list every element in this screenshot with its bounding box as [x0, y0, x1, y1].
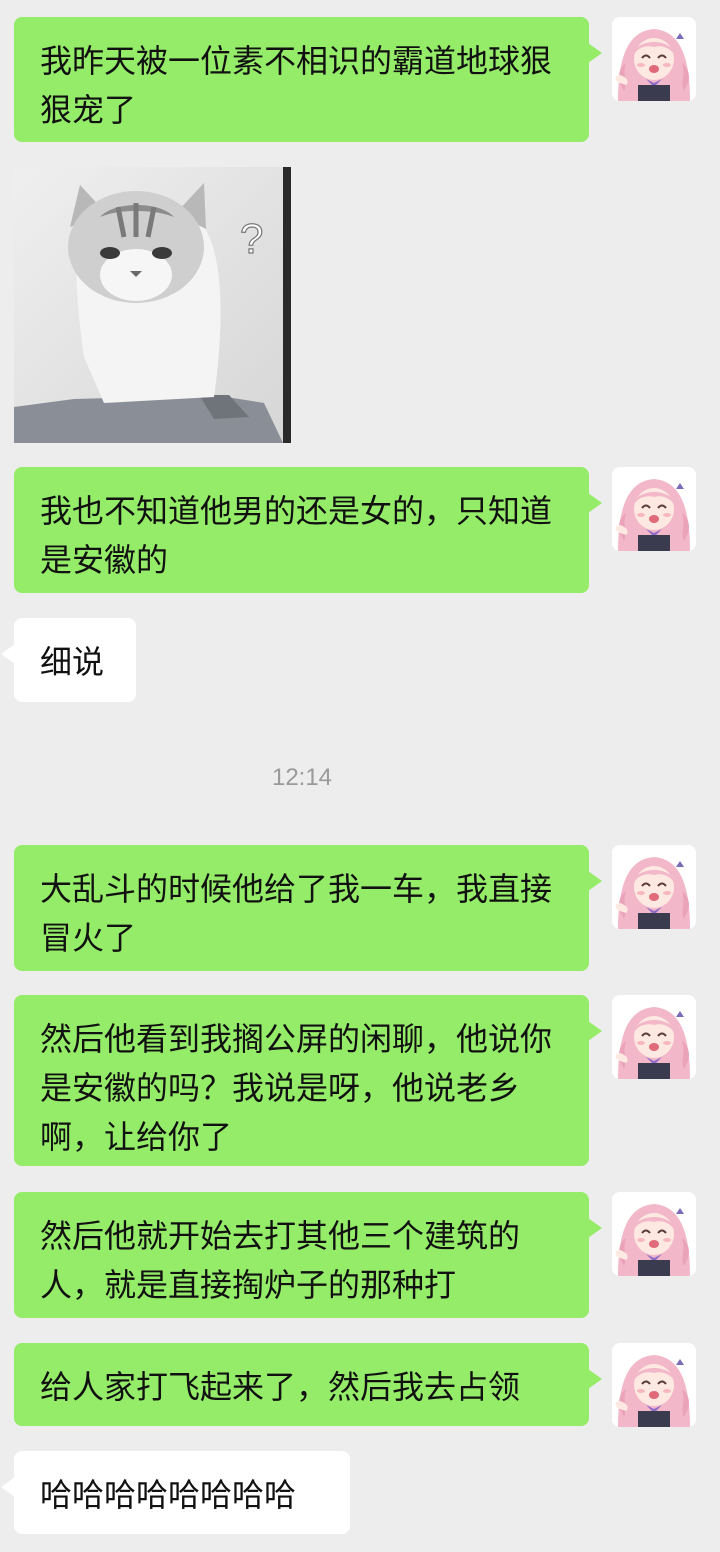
- message-bubble-outgoing[interactable]: 然后他就开始去打其他三个建筑的人，就是直接掏炉子的那种打: [14, 1192, 602, 1318]
- message-bubble-outgoing[interactable]: 然后他看到我搁公屏的闲聊，他说你是安徽的吗？我说是呀，他说老乡啊，让给你了: [14, 995, 602, 1166]
- cat-sticker-image[interactable]: ?: [14, 167, 291, 443]
- anime-girl-avatar-icon: [612, 995, 696, 1079]
- message-text: 然后他看到我搁公屏的闲聊，他说你是安徽的吗？我说是呀，他说老乡啊，让给你了: [40, 1020, 553, 1156]
- message-bubble-outgoing[interactable]: 我也不知道他男的还是女的，只知道是安徽的: [14, 467, 602, 593]
- question-mark-icon: ?: [240, 215, 263, 262]
- user-avatar[interactable]: [612, 845, 696, 929]
- message-bubble-incoming[interactable]: 细说: [1, 618, 136, 702]
- message-bubble-outgoing[interactable]: 给人家打飞起来了，然后我去占领: [14, 1343, 602, 1426]
- message-text: 细说: [40, 643, 105, 681]
- anime-girl-avatar-icon: [612, 17, 696, 101]
- message-text: 我也不知道他男的还是女的，只知道是安徽的: [40, 492, 553, 579]
- user-avatar[interactable]: [612, 467, 696, 551]
- message-text: 我昨天被一位素不相识的霸道地球狠狠宠了: [40, 42, 553, 129]
- message-text: 给人家打飞起来了，然后我去占领: [40, 1368, 521, 1406]
- user-avatar[interactable]: [612, 1192, 696, 1276]
- message-text: 大乱斗的时候他给了我一车，我直接冒火了: [40, 870, 553, 957]
- message-text: 然后他就开始去打其他三个建筑的人，就是直接掏炉子的那种打: [40, 1217, 521, 1304]
- anime-girl-avatar-icon: [612, 845, 696, 929]
- anime-girl-avatar-icon: [612, 467, 696, 551]
- user-avatar[interactable]: [612, 17, 696, 101]
- message-text: 哈哈哈哈哈哈哈哈: [40, 1476, 297, 1514]
- message-bubble-incoming[interactable]: 哈哈哈哈哈哈哈哈: [1, 1451, 350, 1534]
- anime-girl-avatar-icon: [612, 1343, 696, 1427]
- message-bubble-outgoing[interactable]: 大乱斗的时候他给了我一车，我直接冒火了: [14, 845, 602, 971]
- message-bubble-outgoing[interactable]: 我昨天被一位素不相识的霸道地球狠狠宠了: [14, 17, 602, 142]
- user-avatar[interactable]: [612, 1343, 696, 1427]
- timestamp: 12:14: [271, 764, 333, 791]
- anime-girl-avatar-icon: [612, 1192, 696, 1276]
- user-avatar[interactable]: [612, 995, 696, 1079]
